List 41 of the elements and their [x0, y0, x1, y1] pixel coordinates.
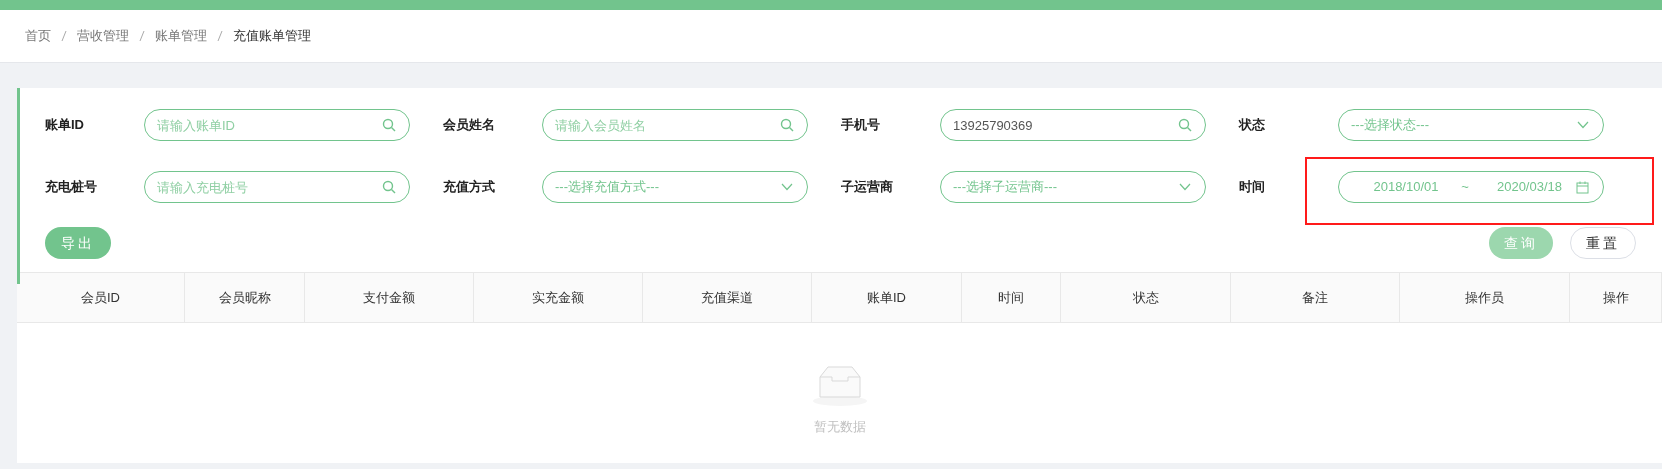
field-label: 充电桩号	[45, 178, 98, 197]
breadcrumb-separator-icon	[139, 30, 145, 42]
field-label: 手机号	[841, 116, 881, 135]
breadcrumb-item[interactable]: 营收管理	[77, 26, 129, 46]
column-header: 支付金额	[305, 273, 474, 322]
column-header: 操作员	[1400, 273, 1570, 322]
field-label: 状态	[1239, 116, 1266, 135]
column-header: 实充金额	[474, 273, 643, 322]
search-icon	[382, 180, 396, 194]
breadcrumb-item[interactable]: 账单管理	[155, 26, 207, 46]
search-icon	[382, 118, 396, 132]
field-label: 时间	[1239, 178, 1266, 197]
column-header: 状态	[1061, 273, 1231, 322]
search-field[interactable]: 13925790369	[940, 109, 1206, 141]
column-header: 会员昵称	[185, 273, 305, 322]
breadcrumb-item[interactable]: 首页	[25, 26, 51, 46]
search-field[interactable]: 请输入充电桩号	[144, 171, 410, 203]
breadcrumb-item[interactable]: 充值账单管理	[233, 26, 311, 46]
chevron-down-icon	[781, 183, 793, 191]
column-header: 会员ID	[17, 273, 185, 322]
reset-button[interactable]: 重置	[1570, 227, 1636, 259]
breadcrumb-separator-icon	[217, 30, 223, 42]
search-icon	[1178, 118, 1192, 132]
field-label: 充值方式	[443, 178, 496, 197]
column-header: 操作	[1570, 273, 1662, 322]
search-icon	[780, 118, 794, 132]
chevron-down-icon	[1179, 183, 1191, 191]
search-field[interactable]: 请输入账单ID	[144, 109, 410, 141]
column-header: 时间	[962, 273, 1061, 322]
chevron-down-icon	[1577, 121, 1589, 129]
breadcrumb-separator-icon	[61, 30, 67, 42]
field-label: 账单ID	[45, 116, 85, 135]
field-label: 子运营商	[841, 178, 894, 197]
column-header: 备注	[1231, 273, 1400, 322]
column-header: 账单ID	[812, 273, 962, 322]
field-label: 会员姓名	[443, 116, 496, 135]
empty-inbox-icon	[811, 363, 868, 407]
column-header: 充值渠道	[643, 273, 812, 322]
search-field[interactable]: 请输入会员姓名	[542, 109, 808, 141]
calendar-icon	[1576, 180, 1589, 194]
empty-text: 暂无数据	[813, 418, 866, 436]
